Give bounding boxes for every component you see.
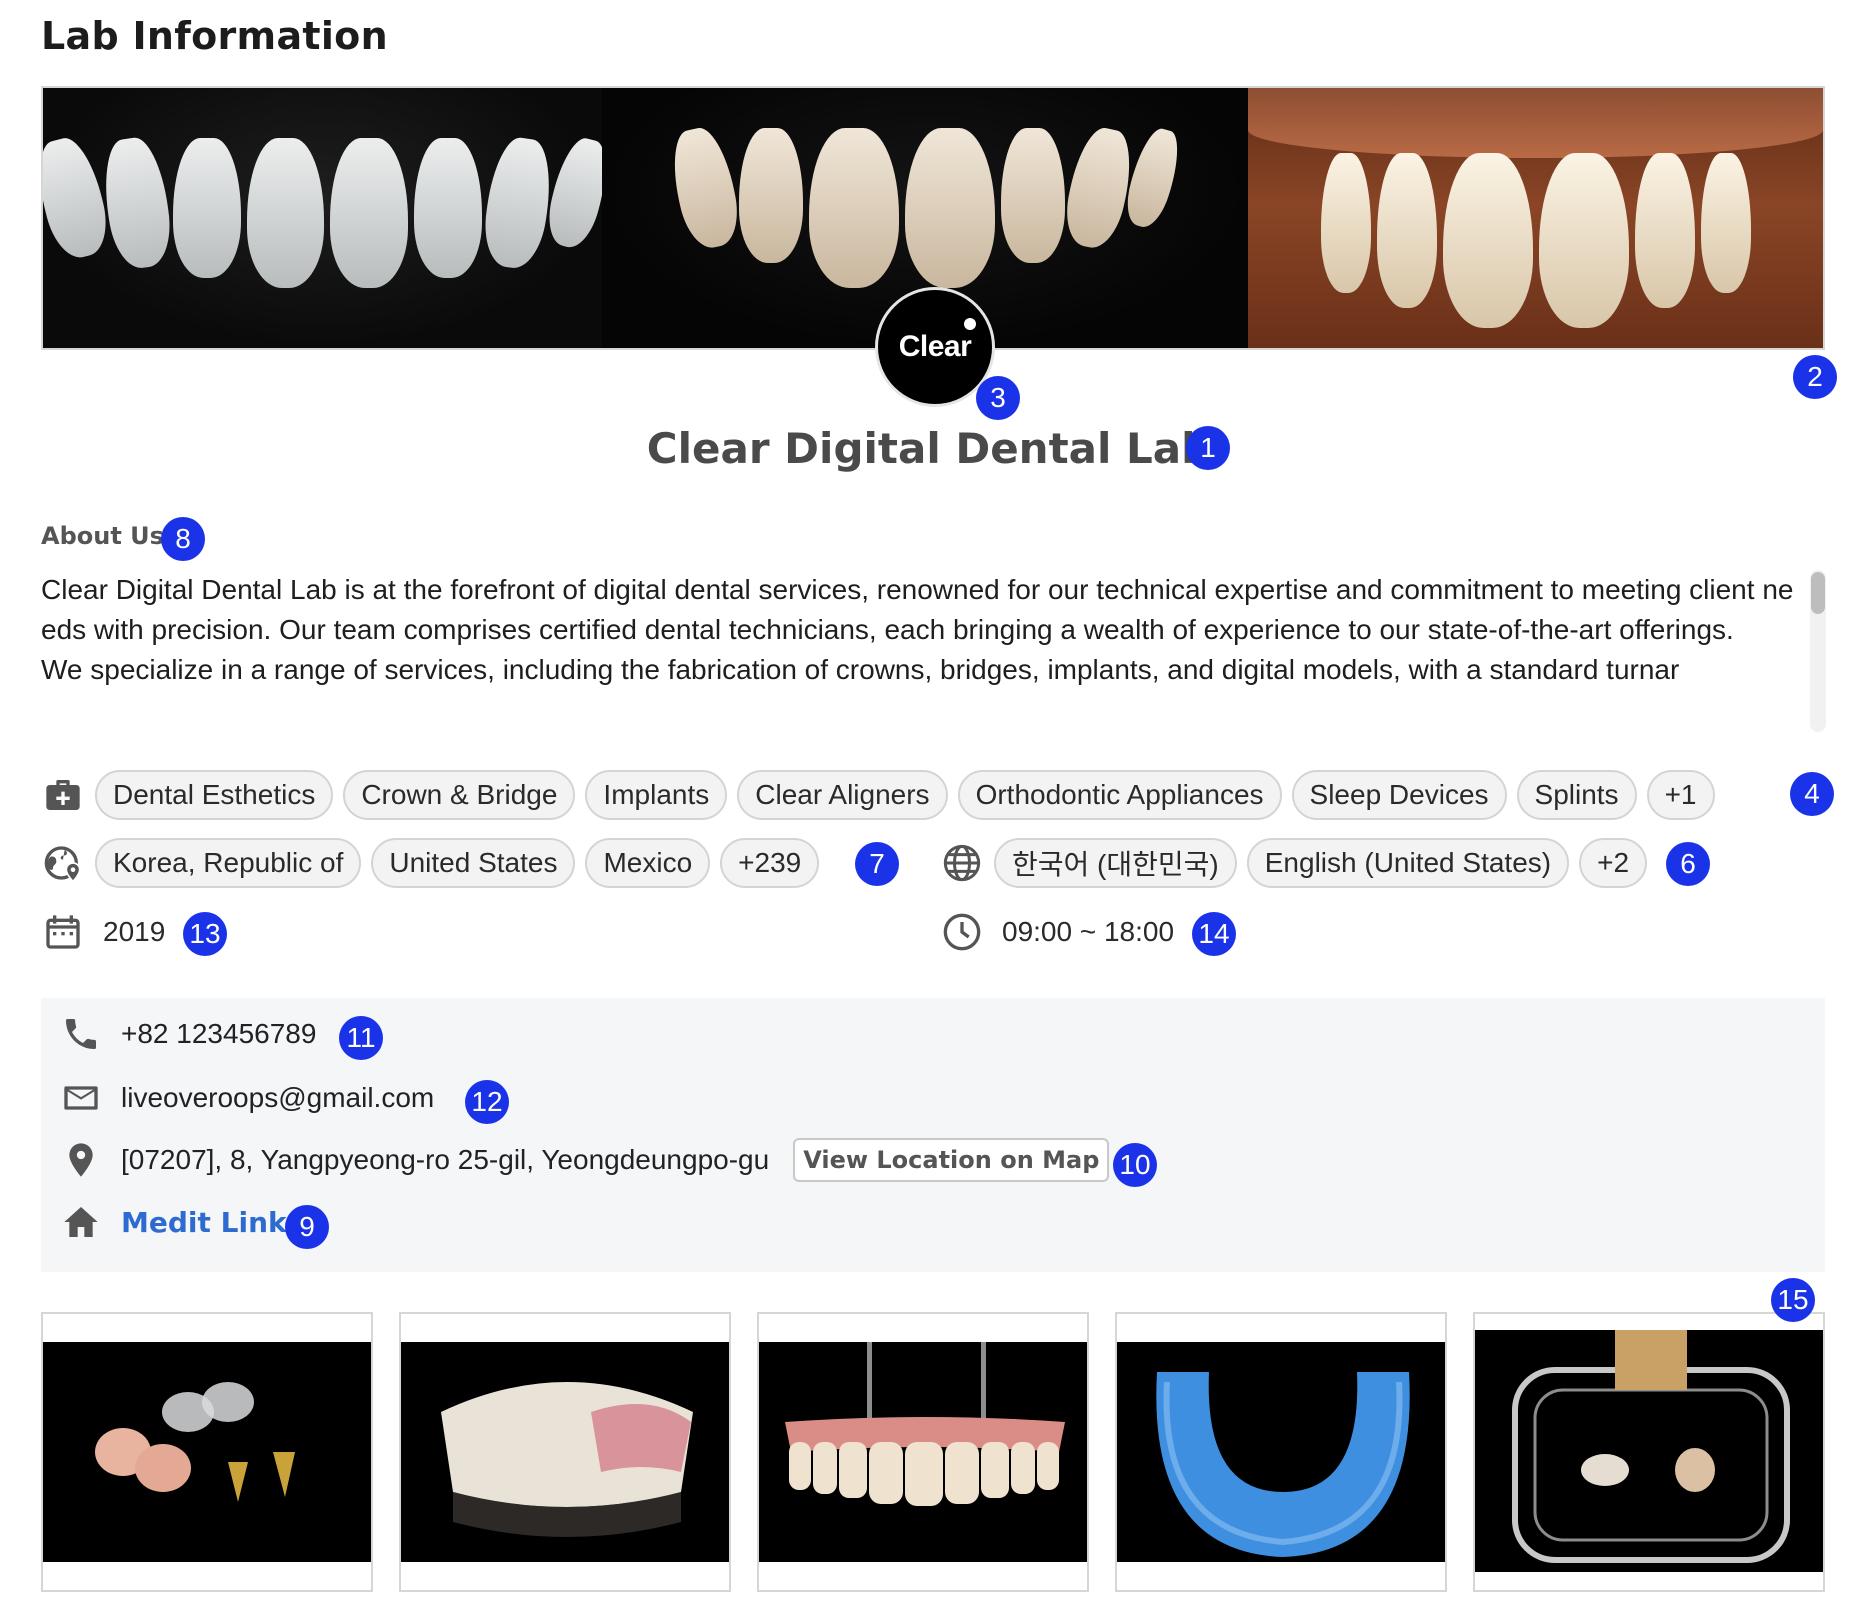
- gallery-thumbnail-membrane-box[interactable]: [1473, 1312, 1825, 1592]
- annotation-badge-3: 3: [976, 376, 1020, 420]
- business-hours: 09:00 ~ 18:00: [1002, 916, 1175, 947]
- medical-kit-icon: [41, 773, 85, 817]
- phone-icon: [59, 1012, 103, 1056]
- page-title: Lab Information: [41, 14, 388, 58]
- annotation-badge-12: 12: [465, 1080, 509, 1124]
- lab-name: Clear Digital Dental Lab: [646, 424, 1212, 473]
- phone-row: +82 123456789: [59, 1012, 316, 1056]
- service-chip: Clear Aligners: [737, 770, 948, 820]
- cover-photo-veneers: [43, 88, 602, 348]
- annotation-badge-15: 15: [1771, 1278, 1815, 1322]
- lab-name-heading: Clear Digital Dental Lab: [0, 424, 1858, 473]
- email-address[interactable]: liveoveroops@gmail.com: [121, 1082, 434, 1114]
- mail-icon: [59, 1076, 103, 1120]
- annotation-badge-9: 9: [285, 1205, 329, 1249]
- languages-row: 한국어 (대한민국) English (United States) +2: [940, 838, 1648, 888]
- view-location-button[interactable]: View Location on Map: [793, 1138, 1110, 1182]
- service-more-chip[interactable]: +1: [1646, 770, 1715, 820]
- annotation-badge-1: 1: [1186, 426, 1230, 470]
- address-text: [07207], 8, Yangpyeong-ro 25-gil, Yeongd…: [121, 1144, 770, 1175]
- annotation-badge-14: 14: [1192, 912, 1236, 956]
- location-pin-icon: [59, 1138, 103, 1182]
- gallery-thumbnail-implant-crowns[interactable]: [41, 1312, 373, 1592]
- annotation-badge-13: 13: [183, 912, 227, 956]
- globe-location-icon: [41, 841, 85, 885]
- services-row: Dental Esthetics Crown & Bridge Implants…: [41, 770, 1715, 820]
- about-us-label: About Us: [41, 522, 164, 550]
- annotation-badge-11: 11: [339, 1016, 383, 1060]
- website-row: Medit Link: [59, 1200, 287, 1244]
- country-chip: United States: [371, 838, 576, 888]
- service-chip: Sleep Devices: [1291, 770, 1507, 820]
- gallery-thumbnail-implant-bridge[interactable]: [757, 1312, 1089, 1592]
- cover-photo-smile: [1248, 88, 1823, 348]
- clock-icon: [940, 910, 984, 954]
- established-year: 2019: [103, 916, 166, 947]
- service-chip: Orthodontic Appliances: [957, 770, 1282, 820]
- medit-link[interactable]: Medit Link: [121, 1206, 287, 1239]
- language-chip: English (United States): [1246, 838, 1570, 888]
- established-row: 2019: [41, 910, 165, 954]
- about-us-text[interactable]: Clear Digital Dental Lab is at the foref…: [41, 570, 1801, 732]
- annotation-badge-8: 8: [161, 517, 205, 561]
- service-chip: Splints: [1516, 770, 1637, 820]
- service-chip: Implants: [585, 770, 728, 820]
- language-chip: 한국어 (대한민국): [994, 838, 1237, 888]
- hours-row: 09:00 ~ 18:00: [940, 910, 1174, 954]
- service-chip: Dental Esthetics: [95, 770, 334, 820]
- calendar-icon: [41, 910, 85, 954]
- annotation-badge-6: 6: [1666, 842, 1710, 886]
- photo-gallery: [41, 1312, 1825, 1592]
- countries-row: Korea, Republic of United States Mexico …: [41, 838, 820, 888]
- home-icon: [59, 1200, 103, 1244]
- annotation-badge-2: 2: [1793, 355, 1837, 399]
- language-more-chip[interactable]: +2: [1579, 838, 1648, 888]
- gallery-thumbnail-denture[interactable]: [399, 1312, 731, 1592]
- country-chip: Mexico: [585, 838, 711, 888]
- logo-text: Clear: [898, 330, 972, 363]
- country-chip: Korea, Republic of: [95, 838, 362, 888]
- annotation-badge-10: 10: [1113, 1143, 1157, 1187]
- annotation-badge-4: 4: [1790, 772, 1834, 816]
- email-row: liveoveroops@gmail.com: [59, 1076, 434, 1120]
- about-us-paragraph: Clear Digital Dental Lab is at the foref…: [41, 574, 1794, 685]
- address-row: [07207], 8, Yangpyeong-ro 25-gil, Yeongd…: [59, 1138, 1110, 1182]
- gallery-thumbnail-night-guard[interactable]: [1115, 1312, 1447, 1592]
- service-chip: Crown & Bridge: [343, 770, 576, 820]
- country-more-chip[interactable]: +239: [720, 838, 820, 888]
- globe-icon: [940, 841, 984, 885]
- annotation-badge-7: 7: [855, 842, 899, 886]
- phone-number[interactable]: +82 123456789: [121, 1018, 316, 1050]
- logo-dot: [964, 318, 976, 330]
- about-scrollbar-thumb[interactable]: [1811, 572, 1825, 614]
